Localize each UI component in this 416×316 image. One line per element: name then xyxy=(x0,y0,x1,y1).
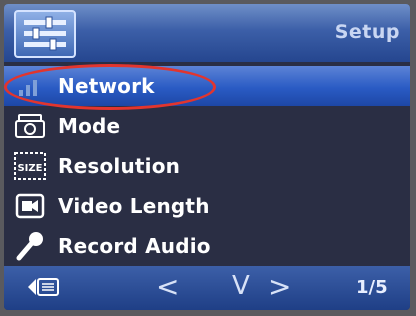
menu-item-label: Video Length xyxy=(58,194,210,218)
header-bar: Setup xyxy=(4,4,410,62)
menu-item-label: Network xyxy=(58,74,155,98)
page-title: Setup xyxy=(334,21,400,43)
down-button[interactable]: V xyxy=(232,271,250,301)
menu-item-mode[interactable]: Mode xyxy=(4,106,410,146)
video-clip-icon xyxy=(10,191,50,221)
camera-mode-icon xyxy=(10,111,50,141)
menu-item-record-audio[interactable]: Record Audio xyxy=(4,226,410,266)
menu-item-video-length[interactable]: Video Length xyxy=(4,186,410,226)
next-button[interactable]: > xyxy=(268,270,291,303)
menu-item-label: Record Audio xyxy=(58,234,211,258)
signal-bars-icon xyxy=(10,71,50,101)
settings-sliders-icon xyxy=(14,10,76,58)
page-indicator: 1/5 xyxy=(356,277,388,298)
settings-menu: Network Mode SIZE Resolution Video Lengt… xyxy=(4,64,410,266)
microphone-icon xyxy=(10,231,50,261)
back-icon[interactable] xyxy=(26,275,60,303)
menu-item-resolution[interactable]: SIZE Resolution xyxy=(4,146,410,186)
menu-item-network[interactable]: Network xyxy=(4,64,410,110)
camera-screen: Setup Network Mode SIZE Resolution Video… xyxy=(4,4,410,310)
menu-item-label: Resolution xyxy=(58,154,181,178)
menu-item-label: Mode xyxy=(58,114,121,138)
size-icon: SIZE xyxy=(10,151,50,181)
prev-button[interactable]: < xyxy=(156,270,179,303)
size-icon-text: SIZE xyxy=(17,163,42,174)
footer-bar: < V > 1/5 xyxy=(4,266,410,310)
